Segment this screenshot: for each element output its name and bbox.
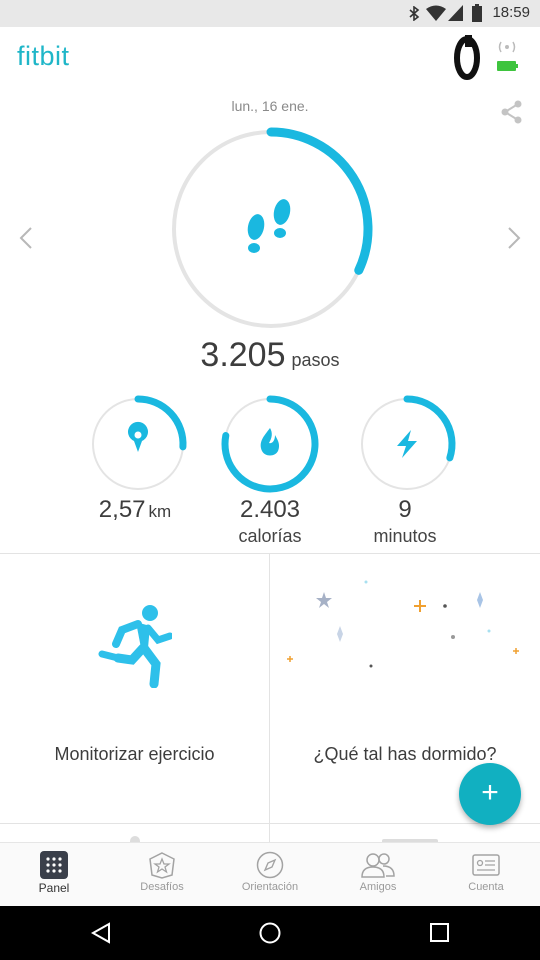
battery-icon [472, 4, 482, 22]
bottom-navigation: Panel Desafíos Orientación Amigos Cuenta [0, 842, 540, 906]
nav-item-cuenta[interactable]: Cuenta [432, 843, 540, 907]
fitbit-logo[interactable]: fitbit [17, 41, 70, 72]
footprints-icon [247, 199, 291, 253]
nav-label-orientacion: Orientación [241, 881, 299, 893]
exercise-tile[interactable]: Monitorizar ejercicio [0, 554, 269, 823]
steps-ring[interactable] [169, 127, 373, 331]
back-icon[interactable] [90, 922, 112, 944]
moon-stars-illustration [287, 580, 519, 668]
distance-progress-arc [134, 395, 187, 451]
calories-value: 2.403 [239, 496, 301, 523]
friends-icon [361, 853, 395, 878]
tracker-device-icon[interactable] [452, 35, 484, 81]
nav-label-cuenta: Cuenta [468, 881, 504, 893]
flame-icon [260, 428, 280, 456]
calories-ring[interactable] [220, 394, 320, 494]
steps-value: 3.205 [200, 336, 286, 374]
sleep-tile-label: ¿Qué tal has dormido? [313, 744, 497, 764]
app-root: 18:59 fitbit lun., 16 ene. 3.205 pasos 2… [0, 0, 540, 960]
nav-label-amigos: Amigos [359, 881, 397, 893]
location-pin-icon [128, 421, 148, 452]
distance-unit: km [148, 502, 172, 521]
dashboard-grid-icon [40, 851, 68, 879]
steps-unit: pasos [291, 350, 340, 370]
active-minutes-unit: minutos [373, 526, 437, 546]
nav-item-desafios[interactable]: Desafíos [108, 843, 216, 907]
active-minutes-stat: 9 minutos [330, 496, 480, 547]
active-minutes-ring[interactable] [357, 394, 457, 494]
star-badge-icon [149, 852, 175, 879]
share-icon[interactable] [500, 100, 524, 124]
runner-icon [98, 605, 172, 688]
bluetooth-icon [409, 6, 420, 21]
active-minutes-progress-arc [403, 395, 456, 462]
distance-value: 2,57 [98, 496, 146, 523]
calories-stat: 2.403 calorías [195, 496, 345, 547]
steps-count: 3.205 pasos [0, 336, 540, 375]
add-button[interactable]: + [459, 763, 521, 825]
system-navigation-bar [0, 906, 540, 960]
recents-icon[interactable] [429, 922, 451, 944]
dashboard-date: lun., 16 ene. [231, 98, 309, 114]
nav-label-desafios: Desafíos [140, 881, 184, 893]
distance-stat: 2,57 km [60, 496, 210, 524]
distance-ring[interactable] [88, 394, 188, 494]
lightning-icon [397, 430, 417, 458]
status-time: 18:59 [492, 4, 530, 21]
tiles-bottom-divider [0, 823, 540, 824]
app-header: fitbit [0, 27, 540, 89]
home-icon[interactable] [258, 921, 282, 945]
exercise-tile-label: Monitorizar ejercicio [54, 744, 215, 764]
account-card-icon [472, 854, 500, 876]
status-bar: 18:59 [0, 0, 540, 27]
nav-item-amigos[interactable]: Amigos [324, 843, 432, 907]
sync-battery-icon [497, 41, 518, 71]
active-minutes-value: 9 [398, 496, 412, 523]
compass-icon [256, 851, 284, 879]
signal-icon [448, 5, 463, 21]
nav-item-panel[interactable]: Panel [0, 843, 108, 907]
nav-item-orientacion[interactable]: Orientación [216, 843, 324, 907]
nav-label-panel: Panel [38, 881, 70, 895]
previous-day-arrow-icon[interactable] [18, 226, 34, 250]
wifi-icon [426, 5, 446, 21]
calories-unit: calorías [238, 526, 302, 546]
next-day-arrow-icon[interactable] [506, 226, 522, 250]
